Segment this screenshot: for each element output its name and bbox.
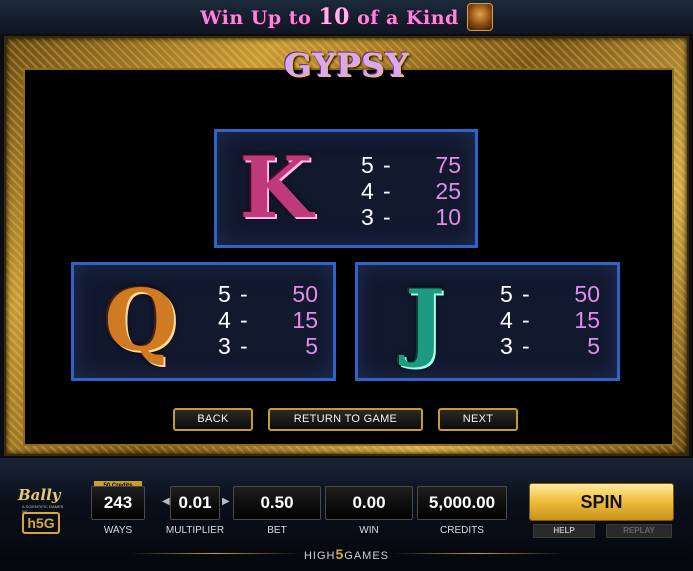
pay-dash: - bbox=[522, 281, 530, 307]
ways-label: WAYS bbox=[103, 525, 133, 536]
pay-amount: 15 bbox=[574, 307, 600, 333]
multiplier-decrease-icon[interactable]: ◀ bbox=[162, 496, 170, 507]
j-symbol-icon: J bbox=[405, 271, 445, 370]
win-banner: Win Up to 10 of a Kind bbox=[0, 0, 693, 34]
pay-count: 5 bbox=[361, 152, 374, 178]
paytable-panel bbox=[23, 68, 674, 446]
pay-amount: 5 bbox=[587, 333, 600, 359]
q-symbol-icon: Q bbox=[104, 271, 178, 370]
replay-button[interactable]: REPLAY bbox=[606, 524, 672, 538]
pay-row: 5- 50 bbox=[218, 281, 318, 307]
pay-dash: - bbox=[240, 307, 248, 333]
symbol-box-k: K 5- 75 4- 25 3- 10 bbox=[214, 129, 478, 248]
pay-count: 3 bbox=[361, 204, 374, 230]
pay-count: 5 bbox=[218, 281, 231, 307]
spin-button[interactable]: SPIN bbox=[529, 483, 674, 521]
pay-row: 5- 75 bbox=[361, 152, 461, 178]
k-symbol-icon: K bbox=[239, 138, 313, 237]
gypsy-portrait-icon bbox=[466, 3, 493, 31]
banner-number: 10 bbox=[318, 4, 350, 30]
bet-label: BET bbox=[267, 525, 287, 536]
multiplier-value: 0.01 bbox=[178, 493, 212, 512]
pay-row: 4- 25 bbox=[361, 178, 461, 204]
bally-logo: Bally bbox=[18, 486, 61, 504]
win-value: 0.00 bbox=[352, 493, 386, 512]
pay-amount: 10 bbox=[435, 204, 461, 230]
symbol-box-j: J 5-50 4-15 3-5 bbox=[355, 262, 620, 381]
pay-amount: 25 bbox=[435, 178, 461, 204]
multiplier-display[interactable]: 0.01 bbox=[170, 486, 220, 520]
pay-count: 4 bbox=[361, 178, 374, 204]
help-button[interactable]: HELP bbox=[533, 524, 595, 538]
banner-text: Win Up to 10 of a Kind bbox=[200, 4, 459, 30]
multiplier-label: MULTIPLIER bbox=[165, 525, 225, 536]
banner-suffix: of a Kind bbox=[349, 7, 459, 29]
pay-dash: - bbox=[383, 152, 391, 178]
h5g-logo: h5G bbox=[22, 512, 60, 534]
pay-count: 3 bbox=[500, 333, 513, 359]
banner-prefix: Win Up to bbox=[200, 7, 319, 29]
pay-row: 4- 15 bbox=[218, 307, 318, 333]
pay-row: 4- 15 bbox=[500, 307, 600, 333]
ways-value: 243 bbox=[103, 493, 133, 512]
next-button[interactable]: NEXT bbox=[438, 408, 518, 431]
pay-amount: 50 bbox=[574, 281, 600, 307]
pay-dash: - bbox=[240, 333, 248, 359]
pay-count: 3 bbox=[218, 333, 231, 359]
pay-amount: 15 bbox=[292, 307, 318, 333]
credits-label: CREDITS bbox=[440, 525, 484, 536]
win-display: 0.00 bbox=[325, 486, 413, 520]
pay-dash: - bbox=[383, 178, 391, 204]
footer-games: GAMES bbox=[344, 550, 390, 562]
ways-display: 243 bbox=[91, 486, 145, 520]
pay-count: 4 bbox=[500, 307, 513, 333]
bet-display[interactable]: 0.50 bbox=[233, 486, 321, 520]
pay-amount: 50 bbox=[292, 281, 318, 307]
back-button[interactable]: BACK bbox=[173, 408, 253, 431]
pay-dash: - bbox=[522, 333, 530, 359]
pay-amount: 5 bbox=[305, 333, 318, 359]
pay-row: 3- 5 bbox=[218, 333, 318, 359]
pay-count: 4 bbox=[218, 307, 231, 333]
bet-value: 0.50 bbox=[260, 493, 294, 512]
pay-amount: 75 bbox=[435, 152, 461, 178]
footer-high: HIGH bbox=[303, 550, 336, 562]
paytable-title: GYPSY bbox=[283, 46, 410, 84]
return-to-game-button[interactable]: RETURN TO GAME bbox=[268, 408, 423, 431]
footer-five: 5 bbox=[335, 546, 345, 562]
pay-row: 3- 5 bbox=[500, 333, 600, 359]
pay-dash: - bbox=[522, 307, 530, 333]
pay-row: 5- 50 bbox=[500, 281, 600, 307]
pay-row: 3- 10 bbox=[361, 204, 461, 230]
pay-dash: - bbox=[240, 281, 248, 307]
high5games-logo: HIGH5GAMES bbox=[0, 546, 693, 562]
multiplier-increase-icon[interactable]: ▶ bbox=[222, 496, 230, 507]
pay-dash: - bbox=[383, 204, 391, 230]
win-label: WIN bbox=[359, 525, 379, 536]
symbol-box-q: Q 5-50 4-15 3-5 bbox=[71, 262, 336, 381]
pay-count: 5 bbox=[500, 281, 513, 307]
credits-value: 5,000.00 bbox=[428, 493, 496, 512]
credits-display: 5,000.00 bbox=[417, 486, 507, 520]
